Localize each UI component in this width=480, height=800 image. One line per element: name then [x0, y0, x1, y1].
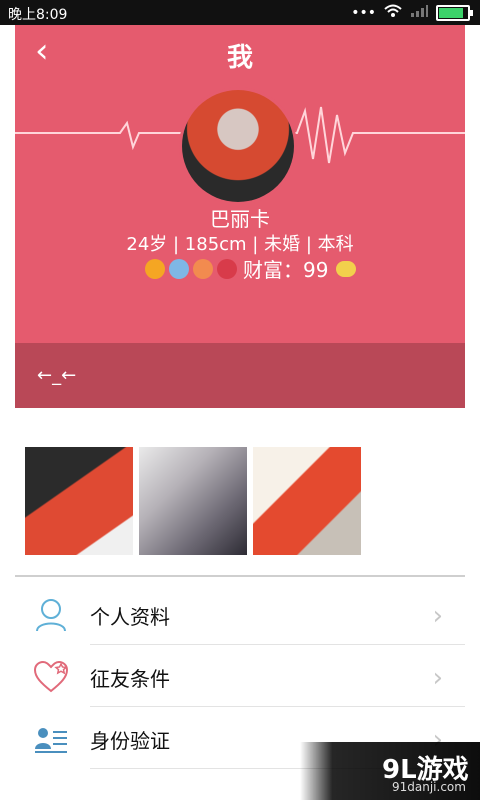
- photo-thumbnail[interactable]: [253, 447, 361, 555]
- badge-icon: [193, 258, 213, 279]
- menu-item-profile[interactable]: 个人资料 ›: [15, 583, 465, 645]
- wifi-icon: [384, 4, 402, 22]
- photo-thumbnail[interactable]: [139, 447, 247, 555]
- photo-thumbnail[interactable]: [25, 447, 133, 555]
- chevron-right-icon: ›: [432, 663, 443, 693]
- menu-item-label: 征友条件: [90, 667, 170, 691]
- profile-header: ‹ 我 巴丽卡 24岁 | 185cm | 未婚 | 本科 财富：99: [15, 25, 465, 343]
- more-icon: •••: [351, 5, 376, 21]
- id-card-icon: [31, 719, 71, 759]
- menu-item-label: 个人资料: [90, 605, 170, 629]
- coin-icon: [336, 260, 357, 277]
- battery-icon: [436, 5, 473, 21]
- photo-strip: [25, 447, 361, 555]
- menu-item-label: 身份验证: [90, 729, 170, 753]
- vip-heart-icon: [217, 258, 237, 279]
- page-title: 我: [226, 43, 253, 73]
- chat-icon: [169, 258, 189, 279]
- status-bar: 晚上8:09 •••: [0, 0, 480, 25]
- wealth-text: 财富：99: [243, 258, 329, 282]
- crown-icon: [145, 258, 165, 279]
- watermark-subtext: 91danji.com: [392, 780, 466, 794]
- profile-badges: 财富：99: [145, 254, 357, 283]
- profile-avatar[interactable]: [182, 90, 294, 202]
- status-icons: •••: [351, 4, 473, 22]
- chevron-right-icon: ›: [432, 601, 443, 631]
- signature-text: ←_←: [37, 365, 77, 386]
- profile-details: 24岁 | 185cm | 未婚 | 本科: [126, 234, 354, 255]
- watermark: 9L游戏 91danji.com: [300, 742, 480, 800]
- heart-icon: [31, 657, 71, 697]
- section-divider: [15, 575, 465, 577]
- signature-bar: ←_←: [15, 343, 465, 408]
- profile-name: 巴丽卡: [210, 207, 270, 231]
- person-icon: [31, 595, 71, 635]
- status-time: 晚上8:09: [8, 7, 68, 23]
- menu-item-criteria[interactable]: 征友条件 ›: [15, 645, 465, 707]
- signal-icon: [410, 4, 428, 22]
